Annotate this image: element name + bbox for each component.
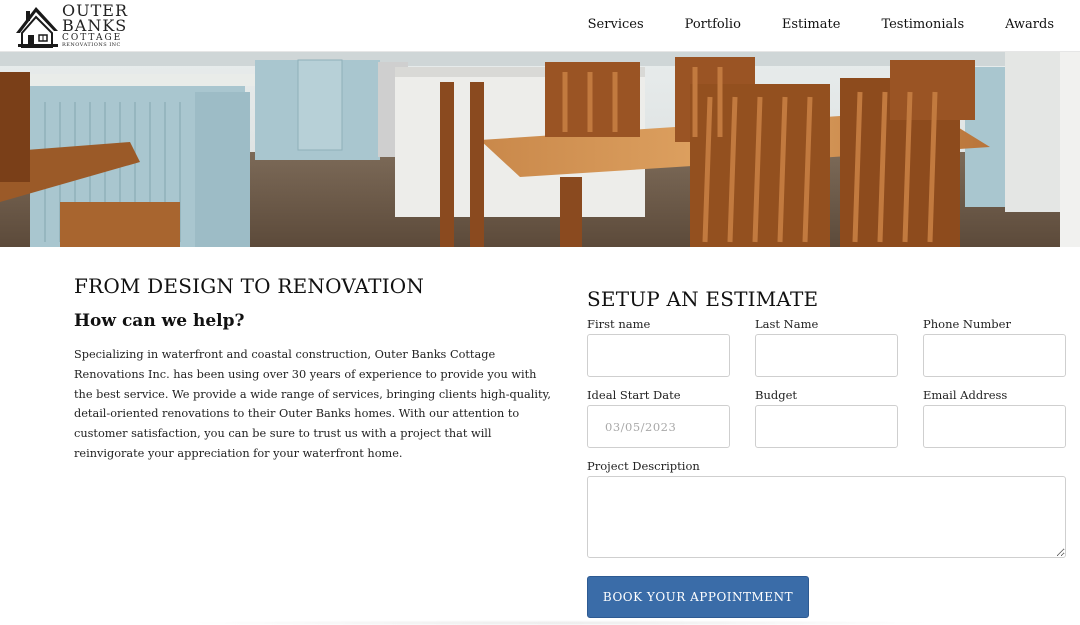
start-date-label: Ideal Start Date [587,388,681,402]
start-date-input[interactable] [587,405,730,448]
estimate-form-title: SETUP AN ESTIMATE [587,287,819,311]
first-name-input[interactable] [587,334,730,377]
brand-line-2: BANKS [62,16,128,35]
email-label: Email Address [923,388,1008,402]
nav-testimonials[interactable]: Testimonials [881,17,964,32]
brand-logo[interactable]: OUTER BANKS COTTAGE RENOVATIONS INC [14,3,134,49]
kitchen-photo-icon [0,52,1080,247]
budget-input[interactable] [755,405,898,448]
site-header: OUTER BANKS COTTAGE RENOVATIONS INC Serv… [0,0,1080,52]
brand-line-4: RENOVATIONS INC [62,42,121,48]
phone-label: Phone Number [923,317,1011,331]
hero-kitchen-image [0,52,1080,247]
intro-subheading: How can we help? [74,311,245,331]
intro-heading: FROM DESIGN TO RENOVATION [74,274,425,298]
intro-section: FROM DESIGN TO RENOVATION How can we hel… [74,274,554,464]
main-nav: Services Portfolio Estimate Testimonials… [547,17,1054,32]
budget-label: Budget [755,388,798,402]
email-input[interactable] [923,405,1066,448]
nav-awards[interactable]: Awards [1005,17,1054,32]
intro-body: Specializing in waterfront and coastal c… [74,348,551,460]
nav-services[interactable]: Services [588,17,644,32]
first-name-label: First name [587,317,651,331]
phone-input[interactable] [923,334,1066,377]
last-name-input[interactable] [755,334,898,377]
book-appointment-button[interactable]: BOOK YOUR APPOINTMENT [587,576,809,618]
footer-shadow [180,620,940,625]
last-name-label: Last Name [755,317,819,331]
description-textarea[interactable] [587,476,1066,558]
description-label: Project Description [587,459,700,473]
nav-portfolio[interactable]: Portfolio [685,17,741,32]
nav-estimate[interactable]: Estimate [782,17,841,32]
house-logo-icon [16,7,58,48]
